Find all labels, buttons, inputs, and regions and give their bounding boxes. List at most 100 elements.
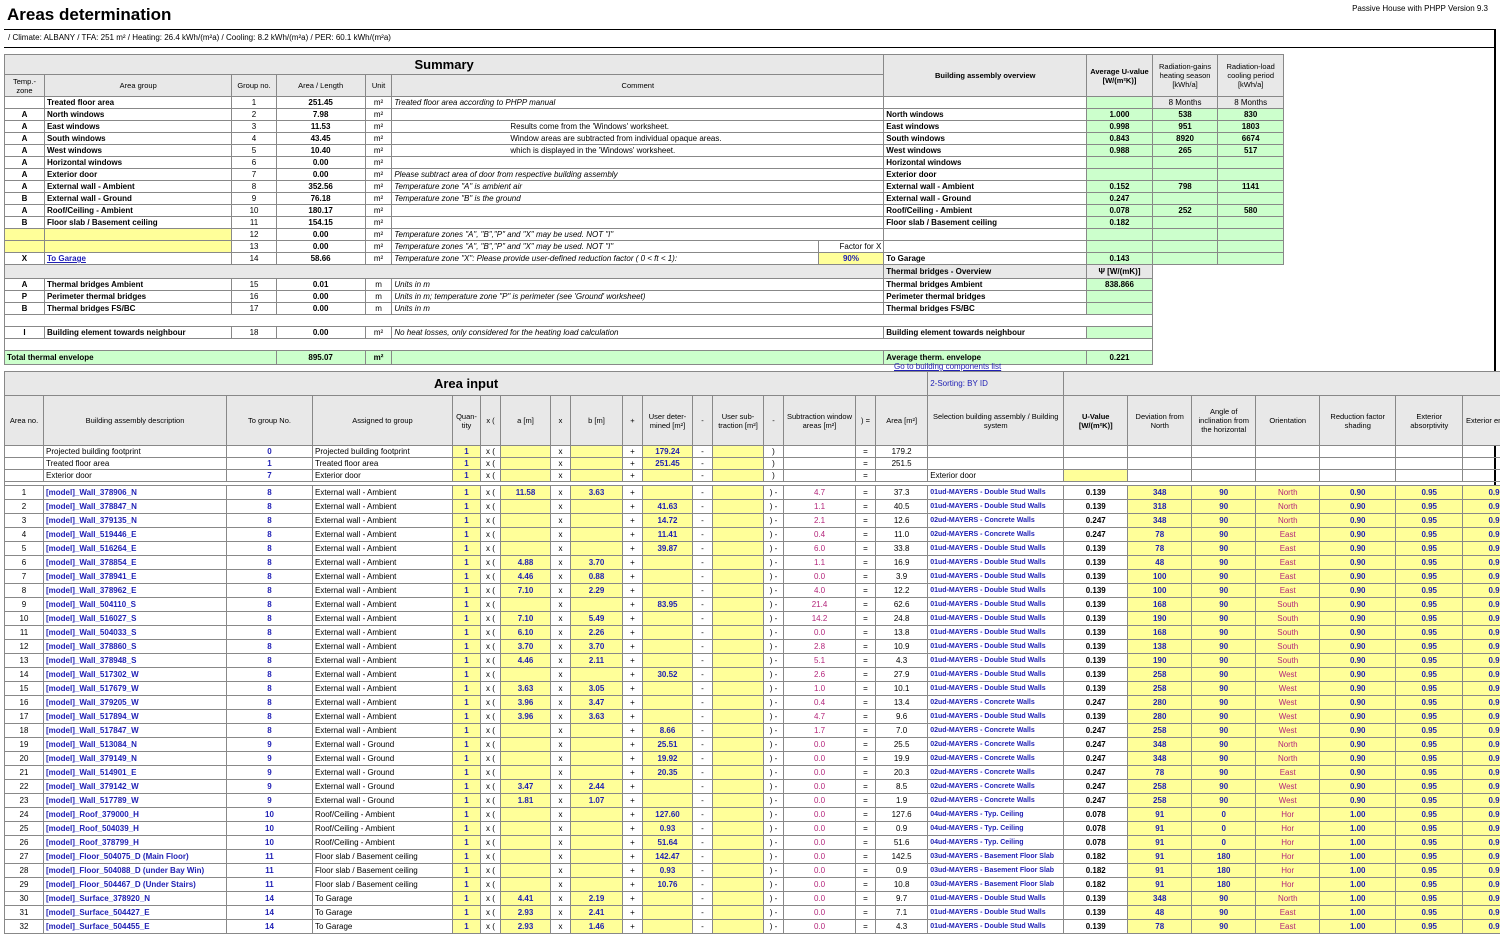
angle-cell[interactable]: 90 (1192, 542, 1256, 556)
emissivity-cell[interactable]: 0.90 (1463, 570, 1500, 584)
absorptivity-cell[interactable]: 0.95 (1396, 696, 1463, 710)
zone-cell[interactable]: A (5, 157, 45, 169)
absorptivity-cell[interactable]: 0.95 (1396, 710, 1463, 724)
dim-b-cell[interactable] (571, 514, 623, 528)
shading-factor-cell[interactable]: 1.00 (1320, 836, 1396, 850)
deviation-cell[interactable]: 78 (1128, 766, 1192, 780)
assembly-select-cell[interactable]: 01ud-MAYERS - Double Stud Walls (928, 920, 1064, 934)
quantity-cell[interactable]: 1 (453, 470, 481, 482)
user-area-cell[interactable] (643, 920, 693, 934)
assembly-select-cell[interactable]: 01ud-MAYERS - Double Stud Walls (928, 500, 1064, 514)
deviation-cell[interactable]: 280 (1128, 710, 1192, 724)
absorptivity-cell[interactable]: 0.95 (1396, 612, 1463, 626)
angle-cell[interactable]: 90 (1192, 710, 1256, 724)
user-area-cell[interactable] (643, 780, 693, 794)
assembly-desc-cell[interactable]: [model]_Wall_504033_S (44, 626, 227, 640)
absorptivity-cell[interactable]: 0.95 (1396, 626, 1463, 640)
quantity-cell[interactable]: 1 (453, 906, 481, 920)
user-sub-cell[interactable] (713, 542, 764, 556)
emissivity-cell[interactable]: 0.90 (1463, 808, 1500, 822)
to-group-cell[interactable]: 10 (227, 808, 313, 822)
deviation-cell[interactable]: 91 (1128, 850, 1192, 864)
dim-b-cell[interactable] (571, 822, 623, 836)
deviation-cell[interactable]: 48 (1128, 906, 1192, 920)
quantity-cell[interactable]: 1 (453, 878, 481, 892)
emissivity-cell[interactable]: 0.90 (1463, 500, 1500, 514)
quantity-cell[interactable]: 1 (453, 808, 481, 822)
user-area-cell[interactable] (643, 556, 693, 570)
user-sub-cell[interactable] (713, 528, 764, 542)
to-group-cell[interactable]: 11 (227, 850, 313, 864)
quantity-cell[interactable]: 1 (453, 850, 481, 864)
user-sub-cell[interactable] (713, 654, 764, 668)
deviation-cell[interactable]: 78 (1128, 920, 1192, 934)
absorptivity-cell[interactable]: 0.95 (1396, 542, 1463, 556)
angle-cell[interactable]: 0 (1192, 822, 1256, 836)
quantity-cell[interactable]: 1 (453, 836, 481, 850)
to-group-cell[interactable]: 8 (227, 696, 313, 710)
absorptivity-cell[interactable]: 0.95 (1396, 598, 1463, 612)
emissivity-cell[interactable]: 0.90 (1463, 626, 1500, 640)
dim-a-cell[interactable] (501, 514, 551, 528)
absorptivity-cell[interactable]: 0.95 (1396, 486, 1463, 500)
dim-b-cell[interactable] (571, 738, 623, 752)
user-area-cell[interactable]: 39.87 (643, 542, 693, 556)
dim-b-cell[interactable]: 2.41 (571, 906, 623, 920)
deviation-cell[interactable]: 91 (1128, 822, 1192, 836)
user-area-cell[interactable]: 142.47 (643, 850, 693, 864)
zone-cell[interactable] (5, 229, 45, 241)
shading-factor-cell[interactable]: 0.90 (1320, 598, 1396, 612)
assembly-desc-cell[interactable]: [model]_Wall_517679_W (44, 682, 227, 696)
user-sub-cell[interactable] (713, 836, 764, 850)
absorptivity-cell[interactable]: 0.95 (1396, 864, 1463, 878)
emissivity-cell[interactable] (1463, 458, 1500, 470)
assembly-select-cell[interactable]: 01ud-MAYERS - Double Stud Walls (928, 556, 1064, 570)
dim-b-cell[interactable]: 5.49 (571, 612, 623, 626)
absorptivity-cell[interactable]: 0.95 (1396, 738, 1463, 752)
dim-b-cell[interactable]: 0.88 (571, 570, 623, 584)
to-group-cell[interactable]: 11 (227, 878, 313, 892)
assembly-select-cell[interactable]: 01ud-MAYERS - Double Stud Walls (928, 584, 1064, 598)
quantity-cell[interactable]: 1 (453, 542, 481, 556)
assembly-desc-cell[interactable]: [model]_Floor_504088_D (under Bay Win) (44, 864, 227, 878)
user-area-cell[interactable]: 41.63 (643, 500, 693, 514)
emissivity-cell[interactable] (1463, 470, 1500, 482)
user-area-cell[interactable]: 11.41 (643, 528, 693, 542)
deviation-cell[interactable]: 348 (1128, 738, 1192, 752)
zone-cell[interactable]: A (5, 121, 45, 133)
assembly-desc-cell[interactable]: [model]_Wall_504110_S (44, 598, 227, 612)
dim-a-cell[interactable]: 3.70 (501, 640, 551, 654)
shading-factor-cell[interactable]: 1.00 (1320, 864, 1396, 878)
user-area-cell[interactable] (643, 470, 693, 482)
deviation-cell[interactable]: 348 (1128, 892, 1192, 906)
dim-a-cell[interactable]: 2.93 (501, 906, 551, 920)
emissivity-cell[interactable]: 0.90 (1463, 514, 1500, 528)
dim-b-cell[interactable] (571, 752, 623, 766)
zone-cell[interactable]: B (5, 303, 45, 315)
emissivity-cell[interactable]: 0.90 (1463, 878, 1500, 892)
angle-cell[interactable]: 90 (1192, 752, 1256, 766)
user-sub-cell[interactable] (713, 640, 764, 654)
quantity-cell[interactable]: 1 (453, 598, 481, 612)
zone-cell[interactable]: X (5, 253, 45, 265)
assembly-select-cell[interactable]: 01ud-MAYERS - Double Stud Walls (928, 668, 1064, 682)
quantity-cell[interactable]: 1 (453, 822, 481, 836)
assembly-desc-cell[interactable]: [model]_Surface_504455_E (44, 920, 227, 934)
user-area-cell[interactable] (643, 584, 693, 598)
quantity-cell[interactable]: 1 (453, 892, 481, 906)
assembly-desc-cell[interactable]: [model]_Wall_378906_N (44, 486, 227, 500)
user-sub-cell[interactable] (713, 626, 764, 640)
deviation-cell[interactable]: 318 (1128, 500, 1192, 514)
to-group-cell[interactable]: 8 (227, 598, 313, 612)
user-area-cell[interactable]: 30.52 (643, 668, 693, 682)
emissivity-cell[interactable]: 0.90 (1463, 640, 1500, 654)
to-group-cell[interactable]: 8 (227, 626, 313, 640)
zone-cell[interactable]: A (5, 133, 45, 145)
quantity-cell[interactable]: 1 (453, 920, 481, 934)
shading-factor-cell[interactable] (1320, 446, 1396, 458)
quantity-cell[interactable]: 1 (453, 794, 481, 808)
user-sub-cell[interactable] (713, 766, 764, 780)
angle-cell[interactable]: 0 (1192, 836, 1256, 850)
deviation-cell[interactable]: 100 (1128, 584, 1192, 598)
absorptivity-cell[interactable]: 0.95 (1396, 906, 1463, 920)
